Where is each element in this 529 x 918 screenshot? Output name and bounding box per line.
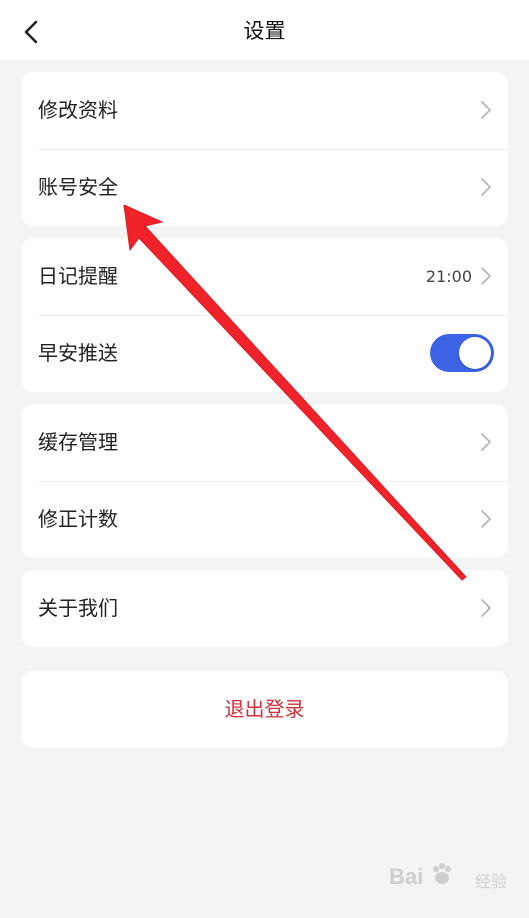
about-us-row[interactable]: 关于我们: [21, 570, 508, 647]
edit-profile-row[interactable]: 修改资料: [21, 72, 508, 149]
morning-push-toggle[interactable]: [430, 334, 494, 372]
chevron-right-icon: [481, 599, 491, 617]
fix-count-row[interactable]: 修正计数: [21, 481, 508, 558]
row-label: 修改资料: [38, 98, 118, 122]
chevron-right-icon: [481, 178, 491, 196]
settings-group-profile: 修改资料 账号安全: [21, 72, 508, 226]
morning-push-row: 早安推送: [21, 315, 508, 392]
diary-reminder-row[interactable]: 日记提醒 21:00: [21, 238, 508, 315]
watermark-logo: Bai 经验: [389, 858, 507, 898]
row-label: 账号安全: [38, 175, 118, 199]
settings-group-storage: 缓存管理 修正计数: [21, 404, 508, 558]
row-label: 日记提醒: [38, 264, 118, 288]
chevron-right-icon: [481, 267, 491, 285]
chevron-right-icon: [481, 101, 491, 119]
watermark-brand: Bai: [389, 864, 424, 889]
account-security-row[interactable]: 账号安全: [21, 149, 508, 226]
row-label: 修正计数: [38, 507, 118, 531]
reminder-time: 21:00: [425, 267, 472, 286]
settings-group-about: 关于我们: [21, 570, 508, 647]
chevron-right-icon: [481, 510, 491, 528]
paw-icon: [433, 863, 451, 884]
toggle-knob: [459, 337, 491, 369]
nav-bar: 设置: [0, 0, 529, 60]
logout-button[interactable]: 退出登录: [21, 671, 508, 748]
watermark-suffix: 经验: [474, 872, 507, 891]
row-label: 缓存管理: [38, 430, 118, 454]
cache-management-row[interactable]: 缓存管理: [21, 404, 508, 481]
page-title: 设置: [243, 19, 286, 43]
chevron-right-icon: [481, 433, 491, 451]
row-label: 关于我们: [38, 596, 118, 620]
row-label: 早安推送: [38, 341, 118, 365]
settings-group-notifications: 日记提醒 21:00 早安推送: [21, 238, 508, 392]
